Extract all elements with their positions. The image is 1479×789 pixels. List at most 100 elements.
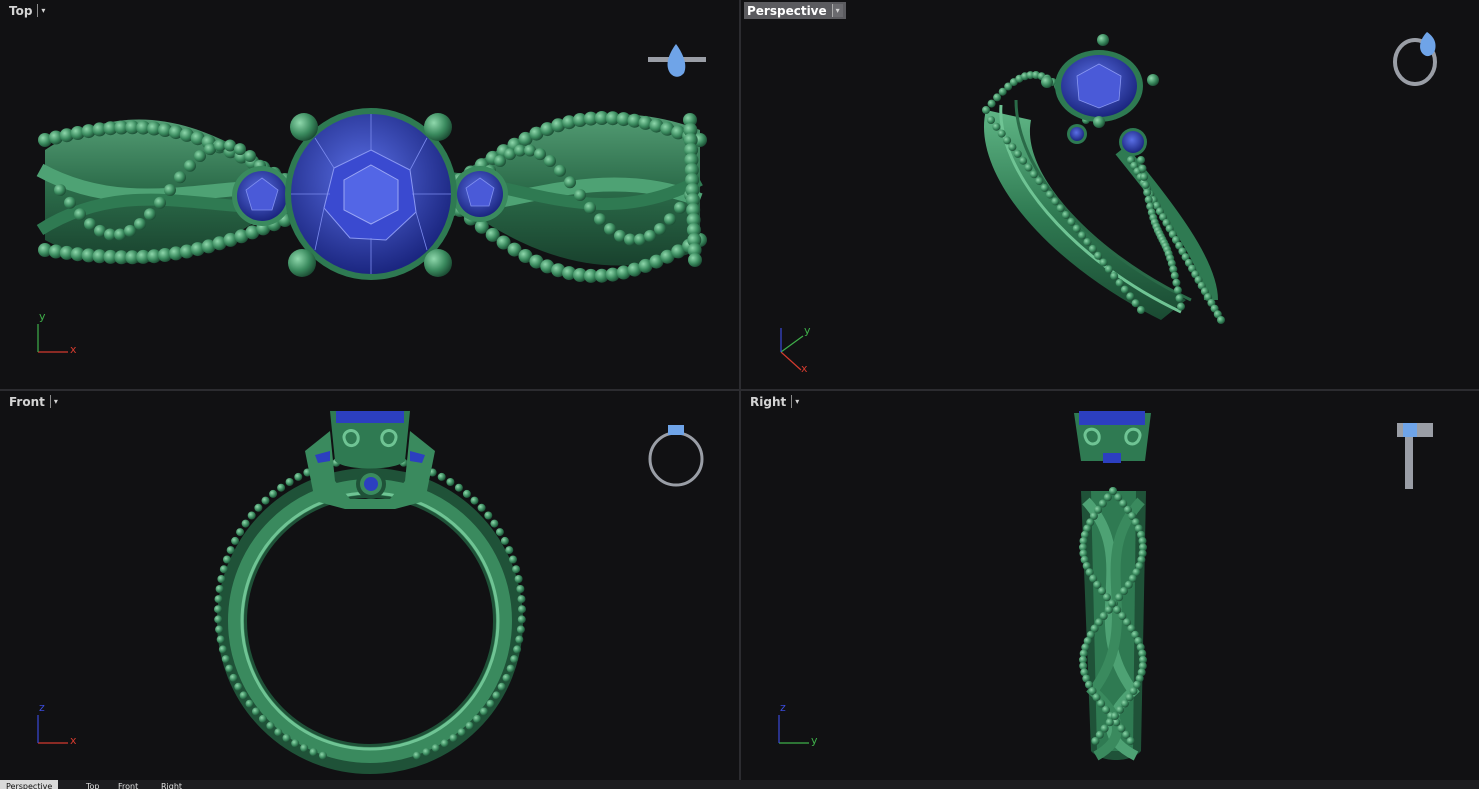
bead (512, 565, 521, 574)
bead (1117, 724, 1126, 733)
bead (1115, 593, 1124, 602)
right-axis-indicator (778, 715, 809, 744)
bead (1100, 724, 1109, 733)
viewport-title-front[interactable]: Front ▾ (6, 393, 64, 410)
bead (164, 184, 176, 196)
bead (1175, 294, 1184, 303)
bead (413, 751, 421, 760)
bead (239, 691, 248, 700)
bead (490, 519, 499, 528)
bead (64, 196, 76, 209)
bead (437, 472, 446, 481)
bead (221, 655, 230, 664)
bead (517, 595, 526, 604)
bead (261, 496, 270, 505)
bead (216, 635, 225, 644)
bead (574, 189, 586, 201)
bead (449, 734, 458, 742)
bead (431, 744, 440, 752)
bead (654, 223, 666, 235)
bead (274, 728, 283, 737)
bead (1109, 487, 1117, 495)
bead (285, 478, 294, 486)
bead (1110, 712, 1119, 720)
bead (457, 728, 466, 737)
chevron-down-icon[interactable]: ▾ (37, 4, 48, 17)
persp-thumbnail (1393, 32, 1437, 86)
bead (1120, 285, 1129, 294)
bead (1094, 251, 1103, 260)
viewport-perspective[interactable]: x y Perspective ▾ (741, 0, 1479, 389)
viewport-divider-horizontal[interactable] (0, 389, 1479, 391)
bead (1138, 164, 1147, 173)
bead (516, 625, 525, 634)
ring-right-view (778, 411, 1433, 761)
bead (1116, 705, 1124, 714)
viewport-title-right[interactable]: Right ▾ (747, 393, 805, 410)
bead (422, 748, 431, 757)
bead (514, 575, 523, 583)
ring-top-view (36, 44, 707, 353)
bead (993, 93, 1002, 102)
tab-perspective[interactable]: Perspective (0, 780, 59, 789)
bead (1144, 195, 1153, 204)
bead (497, 682, 506, 691)
bead (1008, 143, 1017, 152)
bead (509, 555, 517, 564)
bead (84, 218, 96, 230)
viewport-title-top[interactable]: Top ▾ (6, 2, 51, 19)
top-thumbnail (648, 44, 706, 77)
bead (54, 184, 66, 196)
bead (254, 503, 263, 512)
bead (234, 143, 246, 156)
front-shank (217, 468, 523, 774)
tab-top[interactable]: Top (80, 780, 106, 789)
bead (644, 229, 656, 242)
bead (1110, 272, 1119, 281)
bead (1013, 149, 1022, 158)
ring-perspective-view (780, 32, 1437, 371)
bead (1141, 181, 1150, 189)
bead (465, 721, 474, 730)
chevron-down-icon[interactable]: ▾ (791, 395, 802, 408)
bead (1177, 302, 1185, 311)
viewport-title-label: Front (9, 394, 45, 409)
bead (134, 218, 146, 230)
bead (258, 714, 267, 723)
bead (1045, 190, 1054, 199)
viewport-title-label: Perspective (747, 3, 827, 18)
chevron-down-icon[interactable]: ▾ (831, 4, 843, 17)
bead (1105, 718, 1114, 727)
bead (486, 699, 495, 708)
bead (510, 655, 519, 664)
tab-right[interactable]: Right (155, 780, 188, 789)
bead (584, 201, 596, 214)
bead (516, 585, 525, 593)
bead (174, 171, 186, 184)
bead (1108, 599, 1117, 608)
bead (1114, 493, 1123, 502)
bead (462, 489, 471, 498)
tab-front[interactable]: Front (112, 780, 144, 789)
bead (1103, 493, 1112, 502)
top-side-stone-left (232, 166, 292, 226)
bead (144, 208, 156, 221)
viewport-front[interactable]: x z Front ▾ (0, 391, 739, 780)
bead (241, 519, 250, 528)
right-thumbnail (1397, 423, 1433, 489)
bead (236, 528, 245, 537)
bead (247, 511, 256, 520)
bead (513, 645, 522, 654)
bead (1072, 224, 1081, 233)
bead (294, 472, 303, 481)
viewport-title-perspective[interactable]: Perspective ▾ (744, 2, 846, 19)
bead (1019, 156, 1028, 165)
viewport-top[interactable]: x y Top ▾ (0, 0, 739, 389)
chevron-down-icon[interactable]: ▾ (49, 395, 61, 408)
bead (1099, 258, 1108, 267)
viewport-right[interactable]: y z Right ▾ (741, 391, 1479, 780)
bead (1140, 172, 1149, 181)
bead (494, 155, 506, 167)
bead (300, 744, 309, 752)
bead (500, 536, 509, 545)
